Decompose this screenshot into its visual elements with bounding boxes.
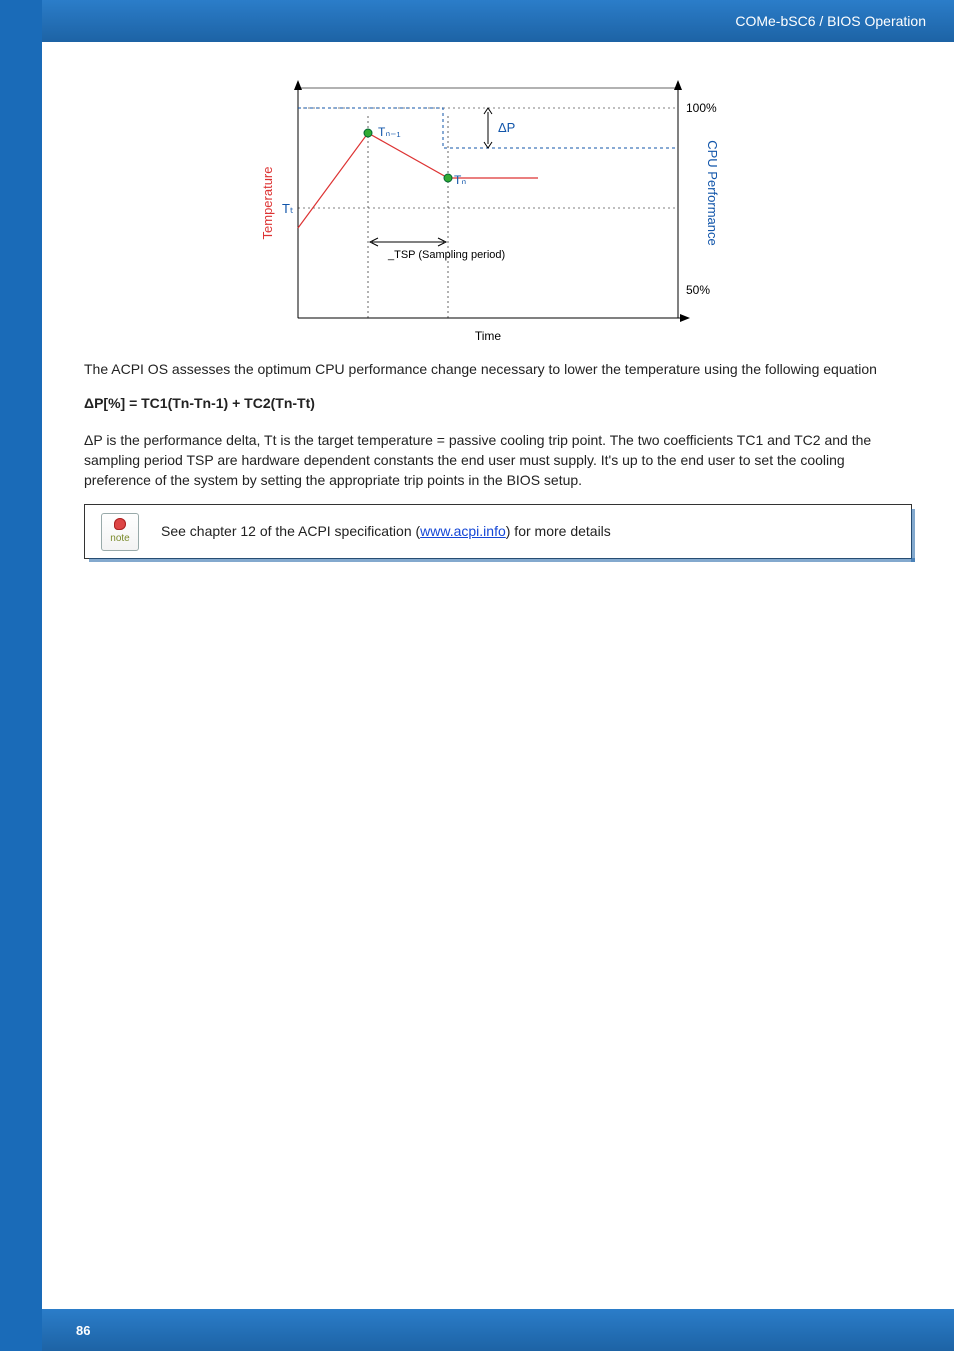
footer: 86	[42, 1309, 954, 1351]
x-axis-label: Time	[475, 329, 502, 343]
equation: ΔP[%] = TC1(Tn-Tn-1) + TC2(Tn-Tt)	[84, 393, 912, 413]
note-text-pre: See chapter 12 of the ACPI specification…	[161, 523, 420, 539]
tsp-label: _TSP (Sampling period)	[387, 249, 505, 261]
tick-100: 100%	[686, 101, 717, 115]
acpi-link[interactable]: www.acpi.info	[420, 523, 506, 539]
note-icon: note	[101, 513, 139, 551]
y-right-axis-label: CPU Performance	[705, 140, 720, 245]
tick-50: 50%	[686, 283, 710, 297]
page-number: 86	[76, 1323, 90, 1338]
tn-label: Tₙ	[454, 173, 466, 187]
note-shadow	[89, 558, 915, 562]
note-text-post: ) for more details	[506, 523, 611, 539]
page-content: Temperature CPU Performance Tₜ 100% 50% …	[42, 42, 954, 1309]
note-callout: note See chapter 12 of the ACPI specific…	[84, 504, 912, 558]
note-text: See chapter 12 of the ACPI specification…	[161, 523, 611, 539]
chart-container: Temperature CPU Performance Tₜ 100% 50% …	[84, 78, 912, 353]
paragraph-intro: The ACPI OS assesses the optimum CPU per…	[84, 359, 912, 379]
note-icon-label: note	[110, 532, 129, 547]
tt-tick: Tₜ	[282, 201, 294, 216]
breadcrumb-text: COMe-bSC6 / BIOS Operation	[735, 13, 926, 29]
delta-p-label: ΔP	[498, 120, 515, 135]
tn-1-label: Tₙ₋₁	[378, 125, 401, 139]
y-left-axis-label: Temperature	[260, 167, 275, 240]
temperature-performance-chart: Temperature CPU Performance Tₜ 100% 50% …	[238, 78, 758, 353]
header-breadcrumb: COMe-bSC6 / BIOS Operation	[42, 0, 954, 42]
paragraph-explanation: ΔP is the performance delta, Tt is the t…	[84, 430, 912, 491]
